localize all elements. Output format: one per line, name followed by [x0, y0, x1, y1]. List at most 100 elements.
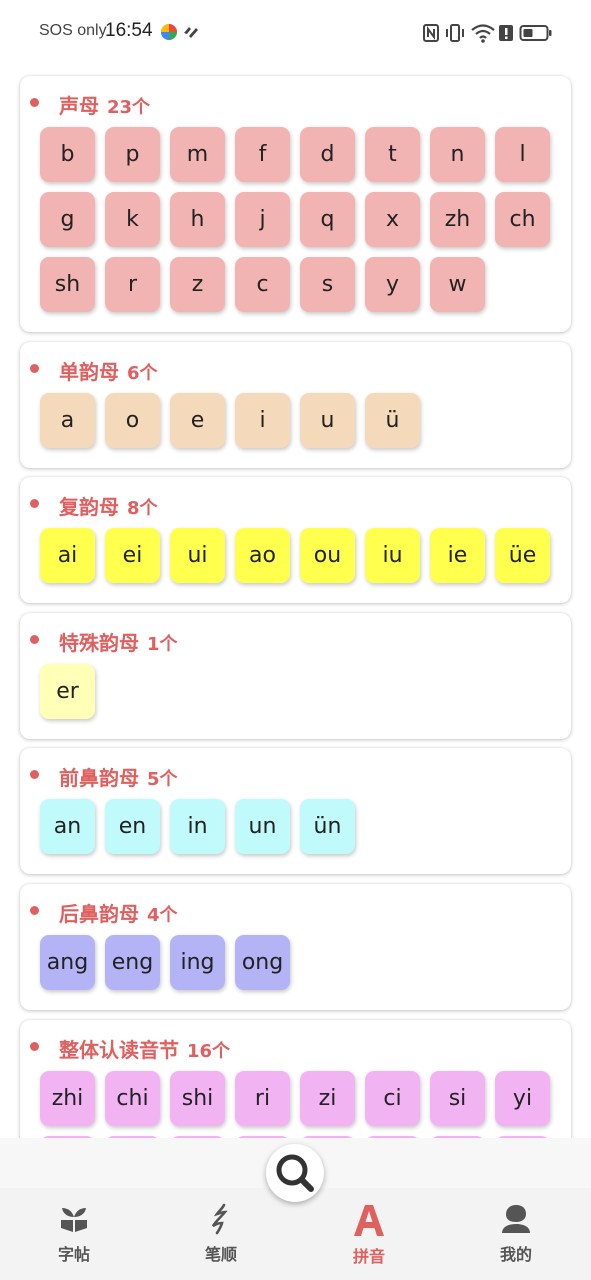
pinyin-tile[interactable]: ang: [40, 935, 95, 990]
pinyin-tile[interactable]: z: [170, 257, 225, 312]
pinyin-tile[interactable]: l: [495, 127, 550, 182]
tab-label: 我的: [499, 1245, 532, 1264]
pinyin-tile[interactable]: ri: [235, 1071, 290, 1126]
pinyin-tile[interactable]: j: [235, 192, 290, 247]
section-count: 1个: [147, 634, 178, 655]
section-count: 8个: [127, 498, 158, 519]
pinyin-tile[interactable]: er: [40, 664, 95, 719]
pinyin-tile[interactable]: ai: [40, 528, 95, 583]
pinyin-tile[interactable]: u: [300, 393, 355, 448]
pinyin-tile[interactable]: an: [40, 799, 95, 854]
pinyin-tile[interactable]: w: [430, 257, 485, 312]
bullet-dot-icon: [30, 770, 39, 779]
pinyin-tile[interactable]: si: [430, 1071, 485, 1126]
pinyin-section: 前鼻韵母 5个 an en in un ün: [20, 748, 571, 874]
pinyin-tile[interactable]: üe: [495, 528, 550, 583]
pinyin-tile[interactable]: y: [365, 257, 420, 312]
section-title: 前鼻韵母 5个: [59, 766, 178, 790]
pinyin-tile[interactable]: i: [235, 393, 290, 448]
pinyin-section: 声母 23个 b p m f d t n l g k h j q x zh ch sh r z c s y w: [20, 76, 571, 332]
wifi-icon: [471, 24, 495, 43]
pinyin-tile[interactable]: in: [170, 799, 225, 854]
search-button[interactable]: [266, 1144, 324, 1202]
section-title: 复韵母 8个: [59, 495, 158, 519]
pinyin-section: 复韵母 8个 ai ei ui ao ou iu ie üe: [20, 477, 571, 603]
pinyin-tile[interactable]: r: [105, 257, 160, 312]
pinyin-tile[interactable]: yi: [495, 1071, 550, 1126]
pinyin-tile[interactable]: zi: [300, 1071, 355, 1126]
pinyin-section: 整体认读音节 16个 zhi chi shi ri zi ci si yi: [20, 1020, 571, 1138]
section-title: 后鼻韵母 4个: [59, 902, 178, 926]
tab-stroke-order[interactable]: 笔顺: [171, 1203, 271, 1269]
pinyin-tile[interactable]: ong: [235, 935, 290, 990]
pinyin-tile[interactable]: n: [430, 127, 485, 182]
tab-copybook[interactable]: 字帖: [24, 1203, 124, 1269]
section-header: 特殊韵母 1个: [20, 627, 571, 655]
pinyin-tile[interactable]: ing: [170, 935, 225, 990]
pinyin-tile[interactable]: f: [235, 127, 290, 182]
pinyin-tile[interactable]: p: [105, 127, 160, 182]
pinyin-section: 单韵母 6个 a o e i u ü: [20, 342, 571, 468]
nfc-icon: [423, 24, 439, 42]
pinyin-tile[interactable]: zhi: [40, 1071, 95, 1126]
section-count: 4个: [147, 905, 178, 926]
pinyin-tile[interactable]: t: [365, 127, 420, 182]
pinyin-tile[interactable]: x: [365, 192, 420, 247]
pinyin-tile[interactable]: g: [40, 192, 95, 247]
status-bar: SOS only 16:54: [0, 0, 591, 66]
tab-label: 笔顺: [204, 1245, 237, 1264]
bullet-dot-icon: [30, 906, 39, 915]
pinyin-tile[interactable]: ci: [365, 1071, 420, 1126]
pinyin-tile[interactable]: sh: [40, 257, 95, 312]
pinyin-tile[interactable]: ie: [430, 528, 485, 583]
pinyin-tile[interactable]: chi: [105, 1071, 160, 1126]
pinyin-tile[interactable]: en: [105, 799, 160, 854]
pinyin-tile[interactable]: ao: [235, 528, 290, 583]
bullet-dot-icon: [30, 98, 39, 107]
pinyin-tile[interactable]: q: [300, 192, 355, 247]
bullet-dot-icon: [30, 364, 39, 373]
pinyin-tile[interactable]: ei: [105, 528, 160, 583]
pinyin-tile[interactable]: d: [300, 127, 355, 182]
pinyin-tile[interactable]: e: [170, 393, 225, 448]
pinyin-tile[interactable]: ü: [365, 393, 420, 448]
pinyin-icon: [354, 1205, 384, 1236]
stroke-order-icon: [211, 1203, 228, 1235]
pinyin-list[interactable]: 声母 23个 b p m f d t n l g k h j q x zh ch sh r z c s y w 单韵母 6个 a o e i…: [0, 66, 591, 1138]
section-header: 单韵母 6个: [20, 356, 571, 384]
pinyin-tile[interactable]: ün: [300, 799, 355, 854]
pinyin-tile[interactable]: a: [40, 393, 95, 448]
pinyin-tile[interactable]: un: [235, 799, 290, 854]
section-header: 前鼻韵母 5个: [20, 762, 571, 790]
alert-icon: [499, 25, 513, 41]
pinyin-tile[interactable]: eng: [105, 935, 160, 990]
section-count: 16个: [187, 1041, 231, 1062]
tab-pinyin[interactable]: 拼音: [319, 1203, 419, 1269]
pinyin-tile[interactable]: ch: [495, 192, 550, 247]
section-header: 整体认读音节 16个: [20, 1034, 571, 1062]
profile-icon: [502, 1205, 530, 1233]
section-count: 6个: [127, 363, 158, 384]
section-header: 复韵母 8个: [20, 491, 571, 519]
pinyin-tile[interactable]: iu: [365, 528, 420, 583]
section-title: 整体认读音节 16个: [59, 1038, 231, 1062]
tab-profile[interactable]: 我的: [466, 1203, 566, 1269]
pinyin-tile[interactable]: h: [170, 192, 225, 247]
pinyin-tile[interactable]: zh: [430, 192, 485, 247]
pinyin-tile[interactable]: s: [300, 257, 355, 312]
app-notification-icon-2: [184, 27, 198, 38]
pinyin-tile[interactable]: o: [105, 393, 160, 448]
copybook-icon: [61, 1208, 87, 1232]
clock: 16:54: [105, 20, 153, 41]
section-title: 声母 23个: [59, 94, 151, 118]
pinyin-tile[interactable]: ou: [300, 528, 355, 583]
pinyin-tile[interactable]: ui: [170, 528, 225, 583]
pinyin-tile[interactable]: c: [235, 257, 290, 312]
pinyin-tile[interactable]: shi: [170, 1071, 225, 1126]
section-header: 后鼻韵母 4个: [20, 898, 571, 926]
pinyin-tile[interactable]: k: [105, 192, 160, 247]
carrier-text: SOS only: [39, 22, 107, 39]
pinyin-tile[interactable]: m: [170, 127, 225, 182]
pinyin-tile[interactable]: b: [40, 127, 95, 182]
vibrate-icon: [446, 24, 464, 42]
